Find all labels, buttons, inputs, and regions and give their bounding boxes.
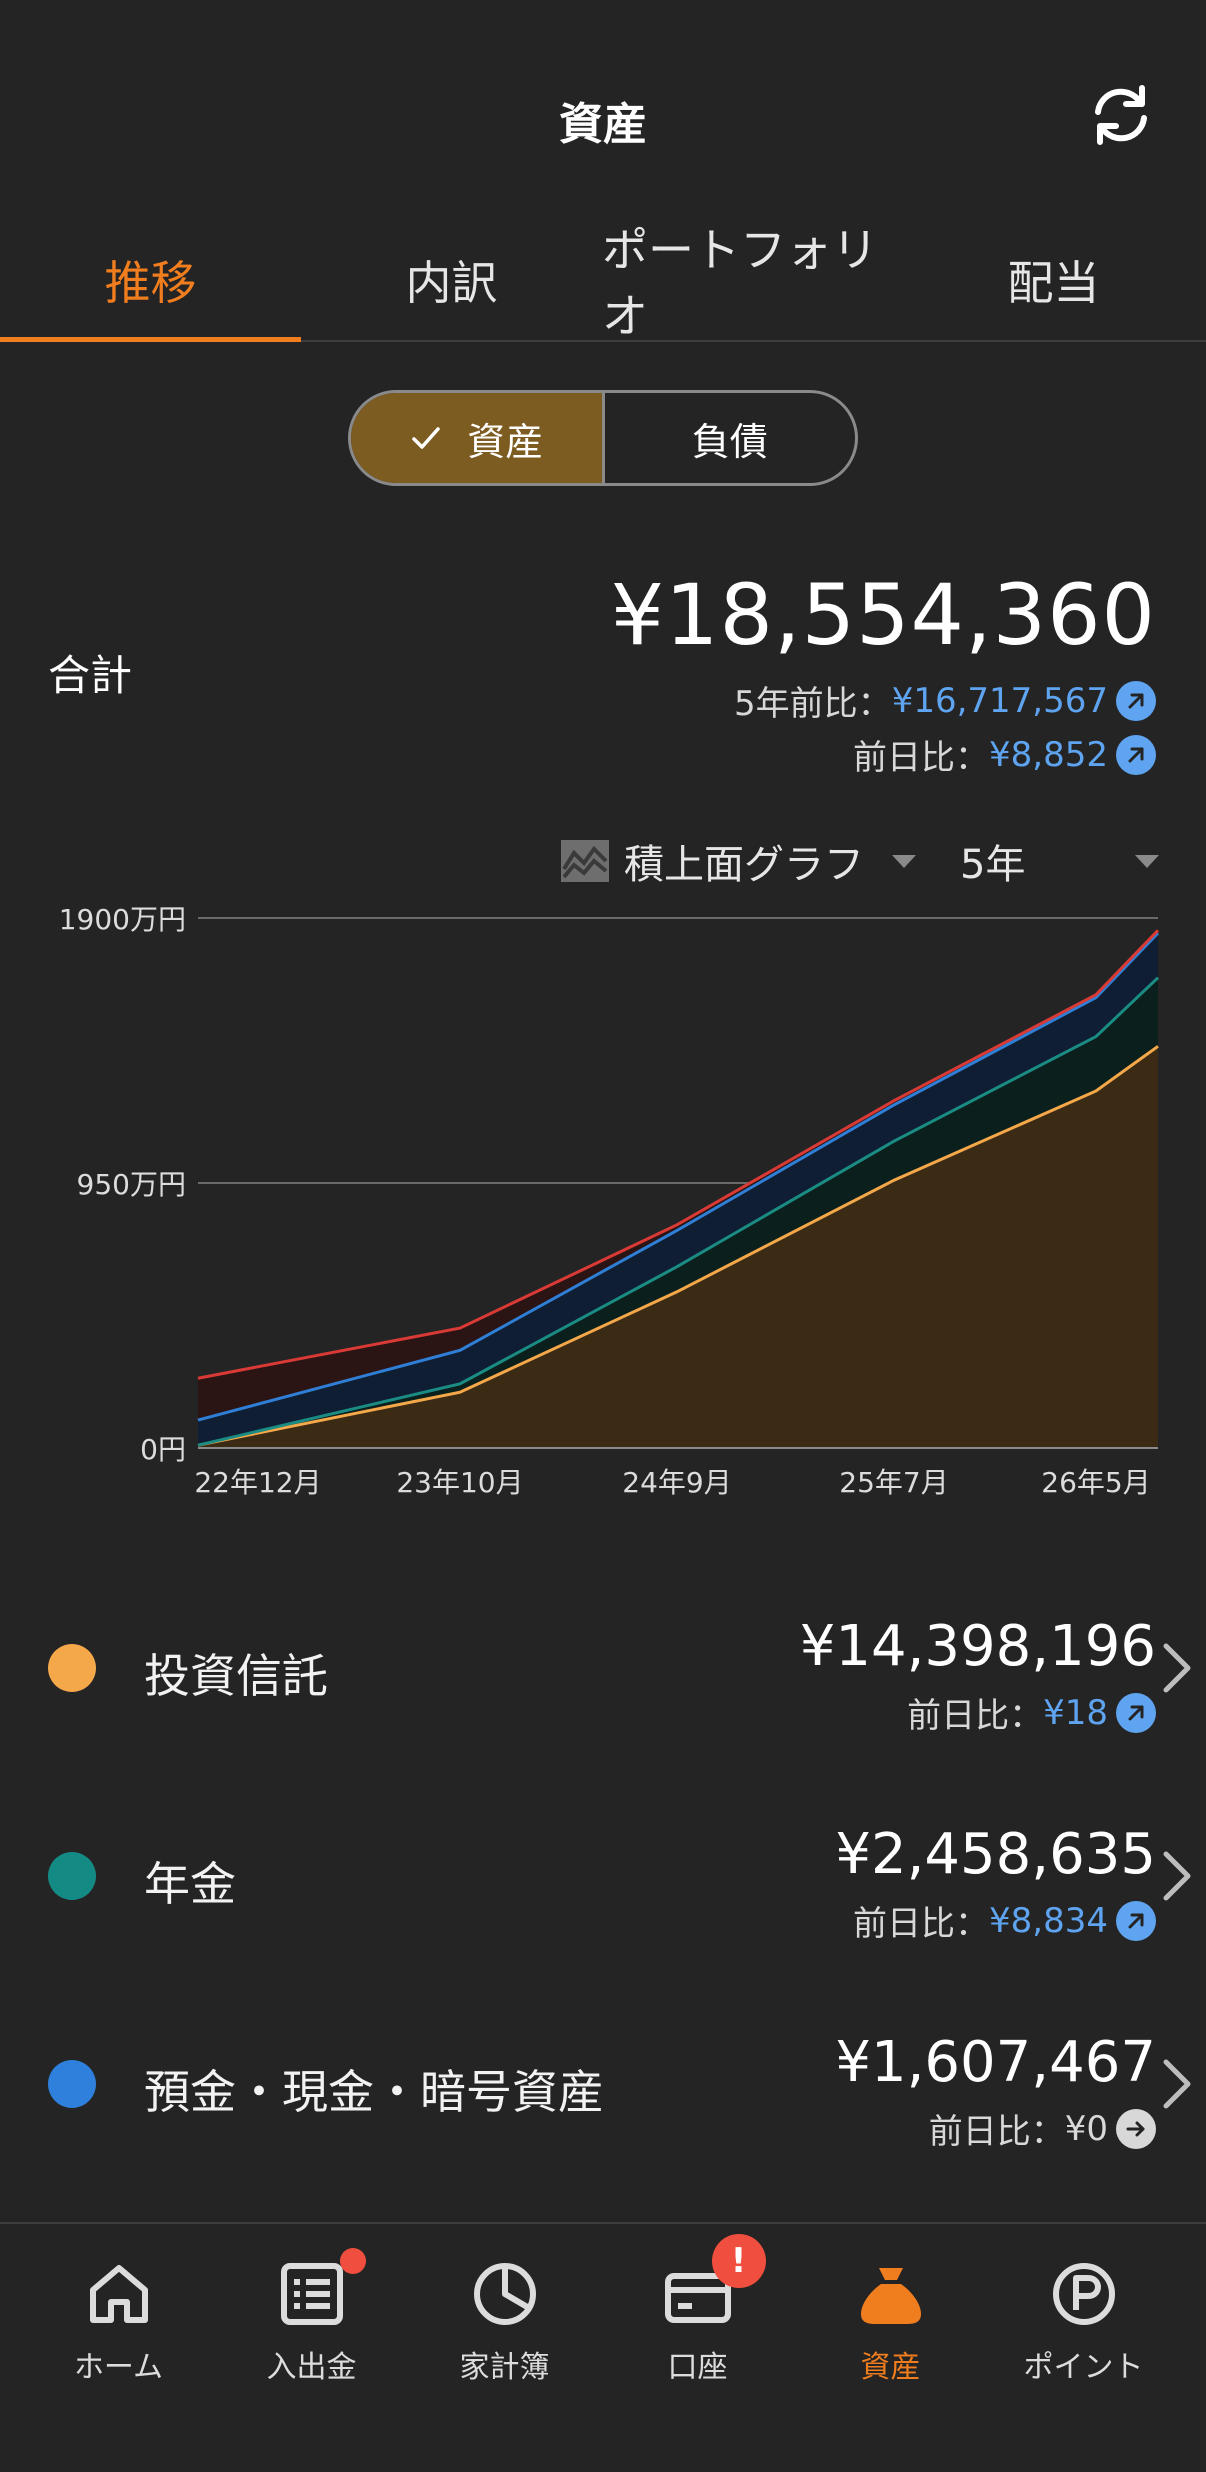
asset-name: 預金・現金・暗号資産 [144,2065,604,2119]
chevron-down-icon [892,854,916,868]
chevron-right-icon [1163,1643,1191,1693]
nav-household-budget[interactable]: 家計簿 [408,2254,601,2414]
asset-day-change: 前日比： ¥18 [907,1688,1156,1737]
legend-dot [48,2060,96,2108]
x-tick-label: 25年7月 [839,1466,948,1499]
asset-name: 年金 [144,1857,236,1911]
nav-assets[interactable]: 資産 [794,2254,987,2414]
y-tick-label: 950万円 [77,1168,186,1201]
nav-label: 資産 [860,2350,921,2385]
refresh-button[interactable] [1086,80,1156,150]
nav-label: 口座 [667,2350,728,2385]
chevron-right-icon [1163,1851,1191,1901]
day-label: 前日比： [853,738,990,778]
x-tick-label: 24年9月 [622,1466,731,1499]
y-tick-label: 1900万円 [59,903,186,936]
app-header: 資産 [0,0,1206,200]
wallet-icon: ! [658,2234,766,2334]
nav-transactions[interactable]: 入出金 [215,2248,408,2414]
x-tick-label: 22年12月 [194,1466,321,1499]
area-chart-icon [561,840,609,882]
asset-value: ¥1,607,467 [835,2030,1156,2095]
home-icon [79,2254,159,2334]
trend-up-icon [1116,680,1156,721]
nav-label: 入出金 [266,2350,357,2385]
legend-dot [48,1852,96,1900]
asset-value: ¥14,398,196 [799,1614,1156,1679]
nav-label: ホーム [73,2350,164,2385]
day-label: 前日比： [907,1696,1044,1736]
total-value: ¥18,554,360 [610,566,1156,664]
chevron-right-icon [1163,2059,1191,2109]
asset-liability-toggle: 資産 負債 [348,390,858,486]
stacked-area-chart: 1900万円 950万円 0円22年12月 23年10月 24年9月 25年7月 26年5月 [59,903,1160,1499]
segment-liabilities-label: 負債 [691,419,768,464]
asset-value: ¥2,458,635 [835,1822,1156,1887]
total-label: 合計 [48,651,133,700]
money-bag-icon [851,2254,931,2334]
x-tick-label: 26年5月 [1041,1466,1150,1499]
pie-chart-icon [465,2254,545,2334]
x-tick-label: 23年10月 [396,1466,523,1499]
chevron-down-icon [1135,854,1160,868]
segment-liabilities[interactable]: 負債 [601,393,856,483]
trend-up-icon [1116,1692,1156,1733]
notification-dot [339,2248,366,2274]
day-comparison: 前日比： ¥8,852 [853,730,1156,779]
day-value: ¥0 [1064,2108,1108,2149]
asset-row-deposits-cash-crypto[interactable]: 預金・現金・暗号資産 ¥1,607,467 前日比： ¥0 [0,1984,1206,2184]
day-label: 前日比： [928,2112,1065,2152]
points-icon [1044,2254,1124,2334]
asset-day-change: 前日比： ¥0 [929,2104,1156,2153]
trend-up-icon [1116,734,1156,775]
tab-portfolio[interactable]: ポートフォリオ [602,220,903,343]
asset-row-investment-trust[interactable]: 投資信託 ¥14,398,196 前日比： ¥18 [0,1568,1206,1768]
trend-up-icon [1116,1900,1156,1941]
segment-assets[interactable]: 資産 [351,393,602,483]
list-icon [272,2248,366,2334]
nav-accounts[interactable]: ! 口座 [601,2234,794,2414]
bottom-navigation: ホーム 入出金 家計簿 ! 口座 資産 ポイント [0,2222,1206,2472]
refresh-icon [1095,85,1147,145]
asset-name: 投資信託 [144,1649,328,1703]
nav-home[interactable]: ホーム [22,2254,215,2414]
asset-row-pension[interactable]: 年金 ¥2,458,635 前日比： ¥8,834 [0,1776,1206,1976]
five-year-comparison: 5年前比： ¥16,717,567 [734,676,1156,725]
legend-dot [48,1644,96,1692]
nav-points[interactable]: ポイント [987,2254,1180,2414]
nav-label: ポイント [1023,2350,1144,2385]
nav-label: 家計簿 [459,2350,550,2385]
tab-dividend[interactable]: 配当 [903,220,1204,340]
trend-flat-icon [1116,2108,1156,2149]
tab-breakdown[interactable]: 内訳 [301,220,602,340]
asset-day-change: 前日比： ¥8,834 [853,1896,1156,1945]
alert-badge: ! [711,2234,766,2288]
check-icon [412,427,440,449]
day-label: 前日比： [853,1904,990,1944]
page-title: 資産 [559,99,647,150]
day-value: ¥8,852 [989,734,1108,775]
y-tick-label: 0円 [140,1433,186,1466]
tab-transition[interactable]: 推移 [0,220,301,342]
five-year-value: ¥16,717,567 [891,680,1108,721]
segment-assets-label: 資産 [467,419,544,464]
day-value: ¥18 [1043,1692,1108,1733]
day-value: ¥8,834 [989,1900,1108,1941]
five-year-label: 5年前比： [734,684,892,724]
tab-bar: 推移 内訳 ポートフォリオ 配当 [0,220,1206,343]
